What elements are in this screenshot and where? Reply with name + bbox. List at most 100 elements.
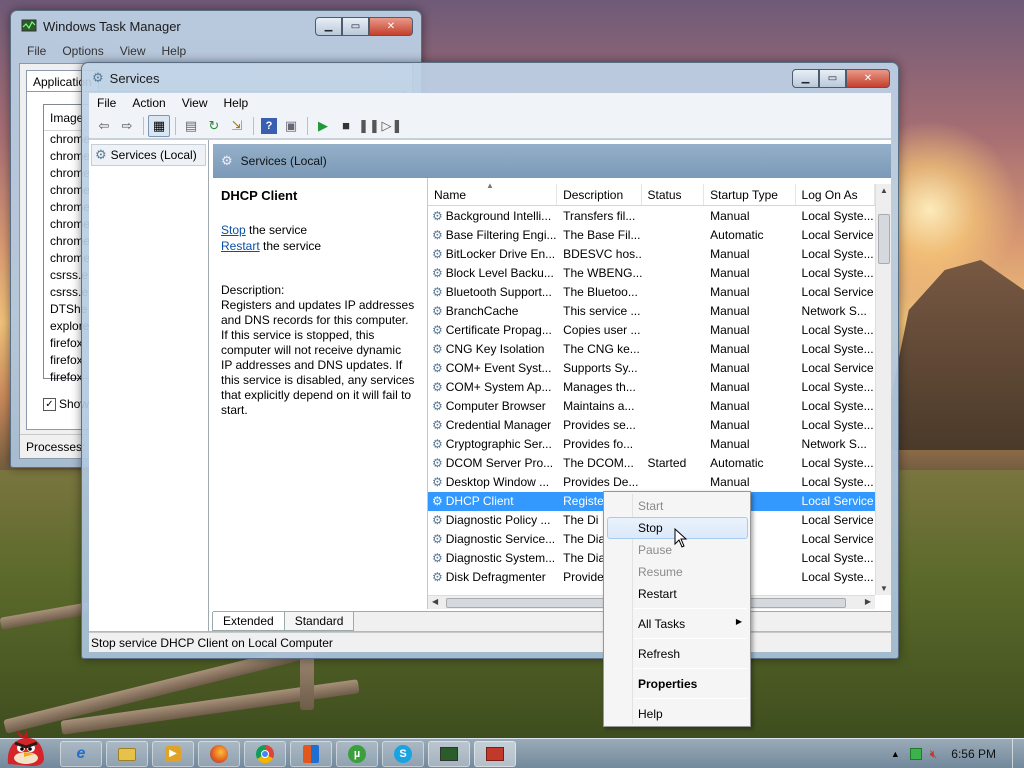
restart-service-link[interactable]: Restart bbox=[221, 239, 260, 253]
extended-description-pane: DHCP Client Stop the service Restart the… bbox=[213, 178, 423, 611]
back-arrow-icon[interactable]: ⇦ bbox=[93, 115, 115, 137]
console-view-icon[interactable]: ▣ bbox=[280, 115, 302, 137]
menu-view[interactable]: View bbox=[112, 44, 154, 58]
scroll-up-icon[interactable]: ▲ bbox=[880, 186, 888, 195]
show-hide-console-tree-icon[interactable]: ▦ bbox=[148, 114, 170, 137]
menu-file[interactable]: File bbox=[19, 44, 54, 58]
start-button-angry-bird-icon[interactable] bbox=[2, 728, 48, 768]
taskbar-libraries-icon[interactable] bbox=[106, 741, 148, 767]
menu-item-refresh[interactable]: Refresh bbox=[638, 647, 680, 661]
taskbar-skype-icon[interactable]: S bbox=[382, 741, 424, 767]
service-row[interactable]: ⚙ BranchCache This service ... Manual Networ… bbox=[428, 302, 875, 321]
menu-action[interactable]: Action bbox=[124, 96, 173, 110]
menu-item-properties[interactable]: Properties bbox=[638, 677, 697, 691]
menu-item-all-tasks[interactable]: All Tasks bbox=[638, 617, 685, 631]
volume-muted-icon[interactable]: 🔇︎ bbox=[930, 747, 938, 762]
menu-help[interactable]: Help bbox=[154, 44, 195, 58]
taskbar-firefox-icon[interactable] bbox=[198, 741, 240, 767]
pane-header: ⚙ Services (Local) bbox=[213, 144, 891, 178]
maximize-button[interactable]: ▭ bbox=[819, 69, 846, 88]
refresh-icon[interactable]: ↻ bbox=[203, 115, 225, 137]
service-row[interactable]: ⚙ Certificate Propag... Copies user ... Man… bbox=[428, 321, 875, 340]
taskbar-utorrent-icon[interactable]: µ bbox=[336, 741, 378, 767]
service-startup-cell: Manual bbox=[710, 285, 750, 299]
pause-service-icon[interactable]: ❚❚ bbox=[358, 115, 380, 137]
taskbar-office-icon[interactable] bbox=[290, 741, 332, 767]
scroll-left-icon[interactable]: ◀ bbox=[432, 597, 438, 606]
taskbar-media-player-icon[interactable]: ▶ bbox=[152, 741, 194, 767]
service-row[interactable]: ⚙ Desktop Window ... Provides De... Manual L… bbox=[428, 473, 875, 492]
service-row[interactable]: ⚙ COM+ Event Syst... Supports Sy... Manual L… bbox=[428, 359, 875, 378]
column-startup-type[interactable]: Startup Type bbox=[704, 184, 796, 205]
view-tabs: Extended Standard bbox=[212, 611, 891, 631]
close-button[interactable]: ✕ bbox=[846, 69, 890, 88]
service-logon-cell: Local Syste... bbox=[801, 380, 874, 394]
service-row[interactable]: ⚙ DCOM Server Pro... The DCOM... Started Aut… bbox=[428, 454, 875, 473]
vertical-scroll-thumb[interactable] bbox=[878, 214, 890, 264]
service-row[interactable]: ⚙ Bluetooth Support... The Bluetoo... Manua… bbox=[428, 283, 875, 302]
vertical-scrollbar[interactable]: ▲ ▼ bbox=[875, 184, 891, 595]
menu-item-help[interactable]: Help bbox=[638, 707, 663, 721]
column-description[interactable]: Description bbox=[557, 184, 642, 205]
restart-service-icon[interactable]: ▷❚ bbox=[381, 115, 403, 137]
taskbar-chrome-icon[interactable] bbox=[244, 741, 286, 767]
column-name[interactable]: ▲ Name bbox=[428, 181, 558, 205]
checkbox-checked-icon[interactable]: ✓ bbox=[43, 397, 56, 411]
service-row[interactable]: ⚙ BitLocker Drive En... BDESVC hos... Manua… bbox=[428, 245, 875, 264]
service-status-cell bbox=[642, 264, 705, 283]
service-name: COM+ Event Syst... bbox=[445, 361, 552, 375]
service-name: Credential Manager bbox=[445, 418, 552, 432]
menu-item-restart[interactable]: Restart bbox=[638, 587, 677, 601]
menu-item-stop[interactable]: Stop bbox=[638, 521, 663, 535]
restart-suffix: the service bbox=[259, 239, 322, 253]
services-window[interactable]: ⚙ Services ▁ ▭ ✕ File Action View Help ⇦… bbox=[81, 62, 899, 659]
minimize-button[interactable]: ▁ bbox=[315, 17, 342, 36]
menu-item-pause[interactable]: Pause bbox=[638, 543, 672, 557]
menu-file[interactable]: File bbox=[89, 96, 124, 110]
service-name: Cryptographic Ser... bbox=[445, 437, 552, 451]
properties-sheet-icon[interactable]: ▤ bbox=[180, 115, 202, 137]
menu-options[interactable]: Options bbox=[54, 44, 111, 58]
stop-service-icon[interactable]: ■ bbox=[335, 115, 357, 137]
tab-extended[interactable]: Extended bbox=[212, 612, 285, 631]
service-row[interactable]: ⚙ CNG Key Isolation The CNG ke... Manual Loc… bbox=[428, 340, 875, 359]
maximize-button[interactable]: ▭ bbox=[342, 17, 369, 36]
show-desktop-button[interactable] bbox=[1012, 739, 1024, 768]
scroll-down-icon[interactable]: ▼ bbox=[880, 584, 888, 593]
minimize-button[interactable]: ▁ bbox=[792, 69, 819, 88]
service-row[interactable]: ⚙ Credential Manager Provides se... Manual L… bbox=[428, 416, 875, 435]
tree-item-services-local[interactable]: ⚙ Services (Local) bbox=[91, 144, 206, 166]
service-row[interactable]: ⚙ Block Level Backu... The WBENG... Manual L… bbox=[428, 264, 875, 283]
menu-help[interactable]: Help bbox=[216, 96, 257, 110]
taskbar-internet-explorer-icon[interactable]: e bbox=[60, 741, 102, 767]
service-row[interactable]: ⚙ Computer Browser Maintains a... Manual Loc… bbox=[428, 397, 875, 416]
taskbar-services-icon[interactable] bbox=[474, 741, 516, 767]
service-row[interactable]: ⚙ COM+ System Ap... Manages th... Manual Loc… bbox=[428, 378, 875, 397]
taskbar-clock[interactable]: 6:56 PM bbox=[951, 747, 996, 761]
service-name: Block Level Backu... bbox=[445, 266, 554, 280]
network-status-icon[interactable] bbox=[909, 748, 922, 760]
stop-service-link[interactable]: Stop bbox=[221, 223, 246, 237]
tab-standard[interactable]: Standard bbox=[283, 612, 355, 631]
scroll-right-icon[interactable]: ▶ bbox=[865, 597, 871, 606]
start-service-icon[interactable]: ▶ bbox=[312, 115, 334, 137]
menu-item-resume[interactable]: Resume bbox=[638, 565, 683, 579]
column-log-on-as[interactable]: Log On As bbox=[796, 184, 876, 205]
menu-item-start[interactable]: Start bbox=[638, 499, 663, 513]
export-list-icon[interactable]: ⇲ bbox=[226, 115, 248, 137]
service-logon-cell: Local Service bbox=[801, 494, 874, 508]
show-hidden-icons-arrow[interactable]: ▲ bbox=[891, 749, 900, 759]
taskbar-task-manager-icon[interactable] bbox=[428, 741, 470, 767]
service-row[interactable]: ⚙ Background Intelli... Transfers fil... Ma… bbox=[428, 207, 875, 226]
service-row[interactable]: ⚙ Base Filtering Engi... The Base Fil... Au… bbox=[428, 226, 875, 245]
help-icon[interactable]: ? bbox=[261, 117, 277, 134]
column-status[interactable]: Status bbox=[642, 184, 705, 205]
services-status-bar: Stop service DHCP Client on Local Comput… bbox=[89, 632, 891, 652]
service-description-cell: The WBENG... bbox=[563, 266, 642, 280]
service-row[interactable]: ⚙ Cryptographic Ser... Provides fo... Manua… bbox=[428, 435, 875, 454]
forward-arrow-icon[interactable]: ⇨ bbox=[116, 115, 138, 137]
close-button[interactable]: ✕ bbox=[369, 17, 413, 36]
menu-view[interactable]: View bbox=[174, 96, 216, 110]
services-titlebar[interactable]: ⚙ Services bbox=[82, 63, 898, 93]
service-name: Certificate Propag... bbox=[445, 323, 552, 337]
